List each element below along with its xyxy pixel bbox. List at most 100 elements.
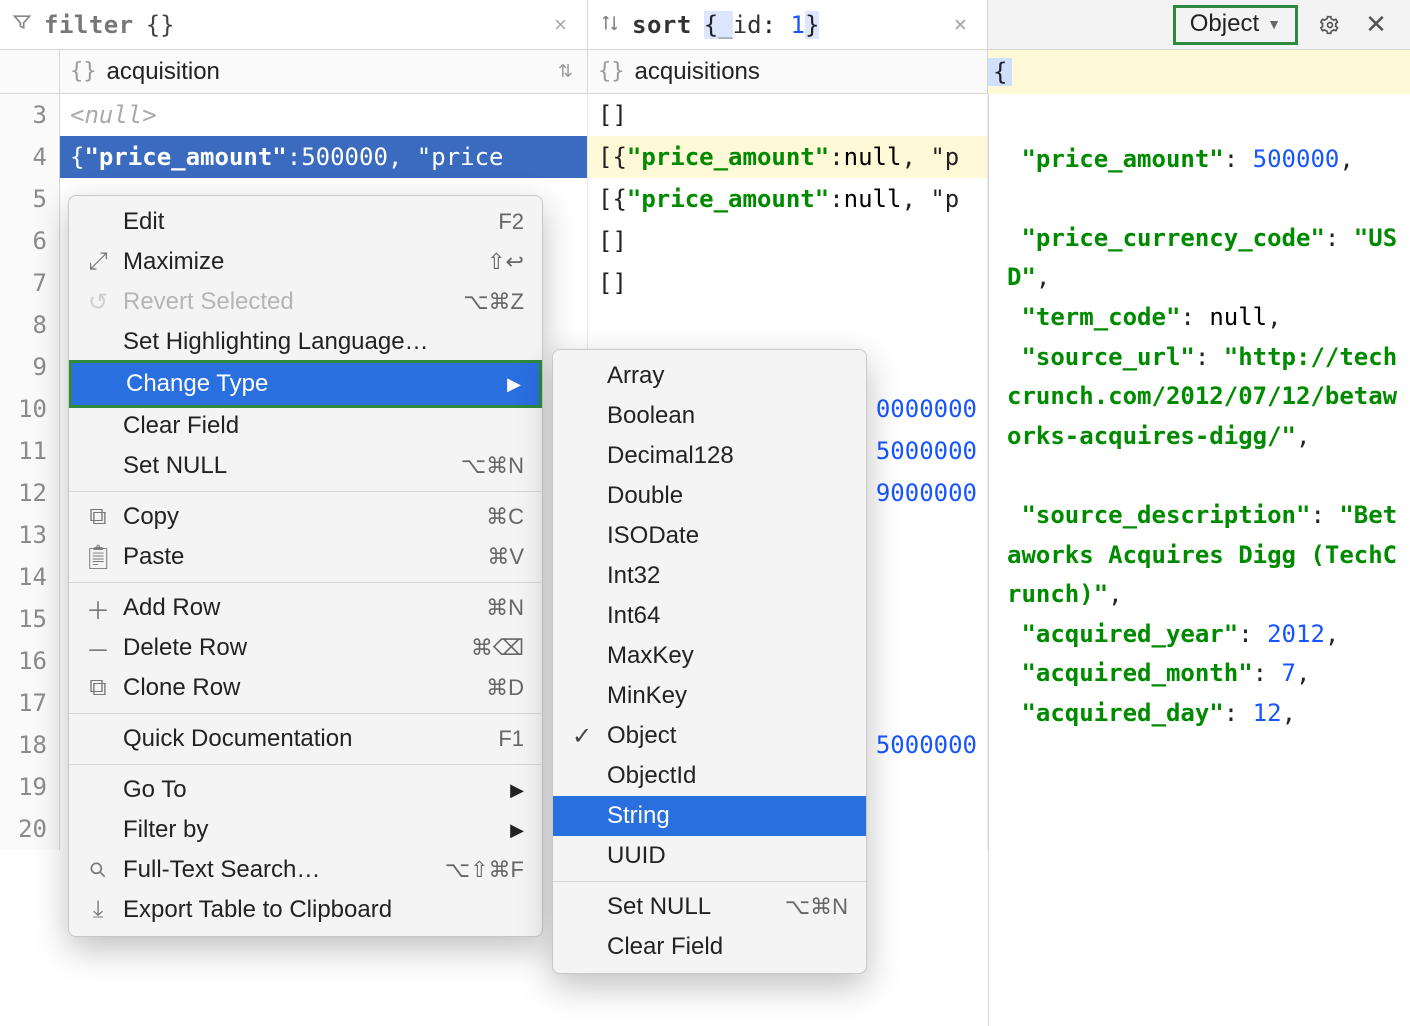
braces-icon: {}: [70, 59, 97, 84]
close-panel-icon[interactable]: ✕: [1362, 11, 1390, 39]
ctx-export-table[interactable]: ⤓Export Table to Clipboard: [69, 890, 542, 930]
toolbar: filter {} × sort {_id: 1} × Object ▼ ✕: [0, 0, 1410, 50]
type-int32[interactable]: Int32: [553, 556, 866, 596]
row-number: 8: [0, 304, 60, 346]
type-objectid[interactable]: ObjectId: [553, 756, 866, 796]
cell-acquisitions[interactable]: [{"price_amount": null, "p: [588, 178, 988, 220]
column-label: acquisition: [107, 58, 220, 86]
clear-filter-icon[interactable]: ×: [554, 12, 567, 38]
ctx-set-null[interactable]: Set NULL⌥⌘N: [69, 446, 542, 486]
context-menu[interactable]: EditF2 ⤢Maximize⇧↩ ↺Revert Selected⌥⌘Z S…: [68, 195, 543, 937]
row-number: 10: [0, 388, 60, 430]
type-object[interactable]: ✓Object: [553, 716, 866, 756]
gear-icon[interactable]: [1316, 11, 1344, 39]
type-set-null[interactable]: Set NULL⌥⌘N: [553, 887, 866, 927]
separator: [69, 491, 542, 492]
type-selector-label: Object: [1190, 10, 1259, 38]
row-number: 16: [0, 640, 60, 682]
cell-acquisitions[interactable]: []: [588, 94, 988, 136]
type-maxkey[interactable]: MaxKey: [553, 636, 866, 676]
plus-icon: ＋: [87, 591, 109, 626]
ctx-revert-selected: ↺Revert Selected⌥⌘Z: [69, 282, 542, 322]
cell-acquisitions[interactable]: []: [588, 262, 988, 304]
separator: [69, 713, 542, 714]
type-array[interactable]: Array: [553, 356, 866, 396]
type-int64[interactable]: Int64: [553, 596, 866, 636]
separator: [69, 764, 542, 765]
ctx-edit[interactable]: EditF2: [69, 202, 542, 242]
separator: [69, 582, 542, 583]
table-row[interactable]: 4{"price_amount": 500000, "price[{"price…: [0, 136, 988, 178]
type-selector[interactable]: Object ▼: [1173, 5, 1298, 45]
type-string[interactable]: String: [553, 796, 866, 836]
sort-box[interactable]: sort {_id: 1} ×: [588, 0, 988, 49]
document-panel: "price_amount": 500000, "price_currency_…: [988, 94, 1410, 1026]
row-number: 6: [0, 220, 60, 262]
check-icon: ✓: [571, 722, 593, 751]
row-number: 14: [0, 556, 60, 598]
chevron-down-icon: ▼: [1267, 16, 1281, 32]
export-icon: ⤓: [87, 896, 109, 924]
sort-toggle-icon[interactable]: ⇅: [558, 61, 573, 82]
type-minkey[interactable]: MinKey: [553, 676, 866, 716]
cell-acquisition[interactable]: {"price_amount": 500000, "price: [60, 136, 588, 178]
chevron-right-icon: ▶: [507, 374, 521, 395]
table-row[interactable]: 3<null>[]: [0, 94, 988, 136]
doc-open-brace: {: [988, 50, 1410, 94]
search-icon: [87, 860, 109, 880]
cell-acquisitions[interactable]: []: [588, 220, 988, 262]
ctx-set-highlighting-language[interactable]: Set Highlighting Language…: [69, 322, 542, 362]
ctx-copy[interactable]: ⧉Copy⌘C: [69, 497, 542, 537]
ctx-delete-row[interactable]: －Delete Row⌘⌫: [69, 628, 542, 668]
row-number: 4: [0, 136, 60, 178]
filter-icon: [12, 11, 32, 39]
type-clear-field[interactable]: Clear Field: [553, 927, 866, 967]
sort-expression: {_id: 1}: [704, 11, 820, 39]
row-number: 20: [0, 808, 60, 850]
ctx-add-row[interactable]: ＋Add Row⌘N: [69, 588, 542, 628]
column-header-acquisition[interactable]: {} acquisition ⇅: [60, 50, 588, 93]
type-isodate[interactable]: ISODate: [553, 516, 866, 556]
sort-icon: [600, 11, 620, 39]
minus-icon: －: [87, 631, 109, 666]
ctx-paste[interactable]: 📋︎Paste⌘V: [69, 537, 542, 577]
clone-icon: ⧉: [87, 674, 109, 702]
type-boolean[interactable]: Boolean: [553, 396, 866, 436]
column-label: acquisitions: [635, 58, 760, 86]
row-number: 7: [0, 262, 60, 304]
row-number: 5: [0, 178, 60, 220]
revert-icon: ↺: [87, 288, 109, 317]
cell-acquisition[interactable]: <null>: [60, 94, 588, 136]
ctx-clone-row[interactable]: ⧉Clone Row⌘D: [69, 668, 542, 708]
type-decimal128[interactable]: Decimal128: [553, 436, 866, 476]
chevron-right-icon: ▶: [510, 780, 524, 801]
ctx-filter-by[interactable]: Filter by▶: [69, 810, 542, 850]
ctx-go-to[interactable]: Go To▶: [69, 770, 542, 810]
cell-acquisitions[interactable]: [{"price_amount": null, "p: [588, 136, 988, 178]
ctx-change-type[interactable]: Change Type▶: [69, 360, 542, 408]
type-double[interactable]: Double: [553, 476, 866, 516]
right-toolbar: Object ▼ ✕: [988, 0, 1410, 49]
cell-acquisitions[interactable]: [588, 304, 988, 346]
filter-value: {}: [146, 11, 175, 39]
row-number: 12: [0, 472, 60, 514]
row-number: 18: [0, 724, 60, 766]
filter-box[interactable]: filter {} ×: [0, 0, 588, 49]
filter-label: filter: [44, 11, 134, 39]
clear-sort-icon[interactable]: ×: [954, 12, 967, 37]
paste-icon: 📋︎: [87, 543, 109, 572]
ctx-quick-documentation[interactable]: Quick DocumentationF1: [69, 719, 542, 759]
ctx-clear-field[interactable]: Clear Field: [69, 406, 542, 446]
braces-icon: {}: [598, 59, 625, 84]
copy-icon: ⧉: [87, 503, 109, 531]
column-headers: {} acquisition ⇅ {} acquisitions {: [0, 50, 1410, 94]
ctx-full-text-search[interactable]: Full-Text Search…⌥⇧⌘F: [69, 850, 542, 890]
change-type-submenu[interactable]: Array Boolean Decimal128 Double ISODate …: [552, 349, 867, 974]
ctx-maximize[interactable]: ⤢Maximize⇧↩: [69, 242, 542, 282]
separator: [553, 881, 866, 882]
row-number: 9: [0, 346, 60, 388]
row-number: 11: [0, 430, 60, 472]
chevron-right-icon: ▶: [510, 820, 524, 841]
type-uuid[interactable]: UUID: [553, 836, 866, 876]
column-header-acquisitions[interactable]: {} acquisitions: [588, 50, 988, 93]
